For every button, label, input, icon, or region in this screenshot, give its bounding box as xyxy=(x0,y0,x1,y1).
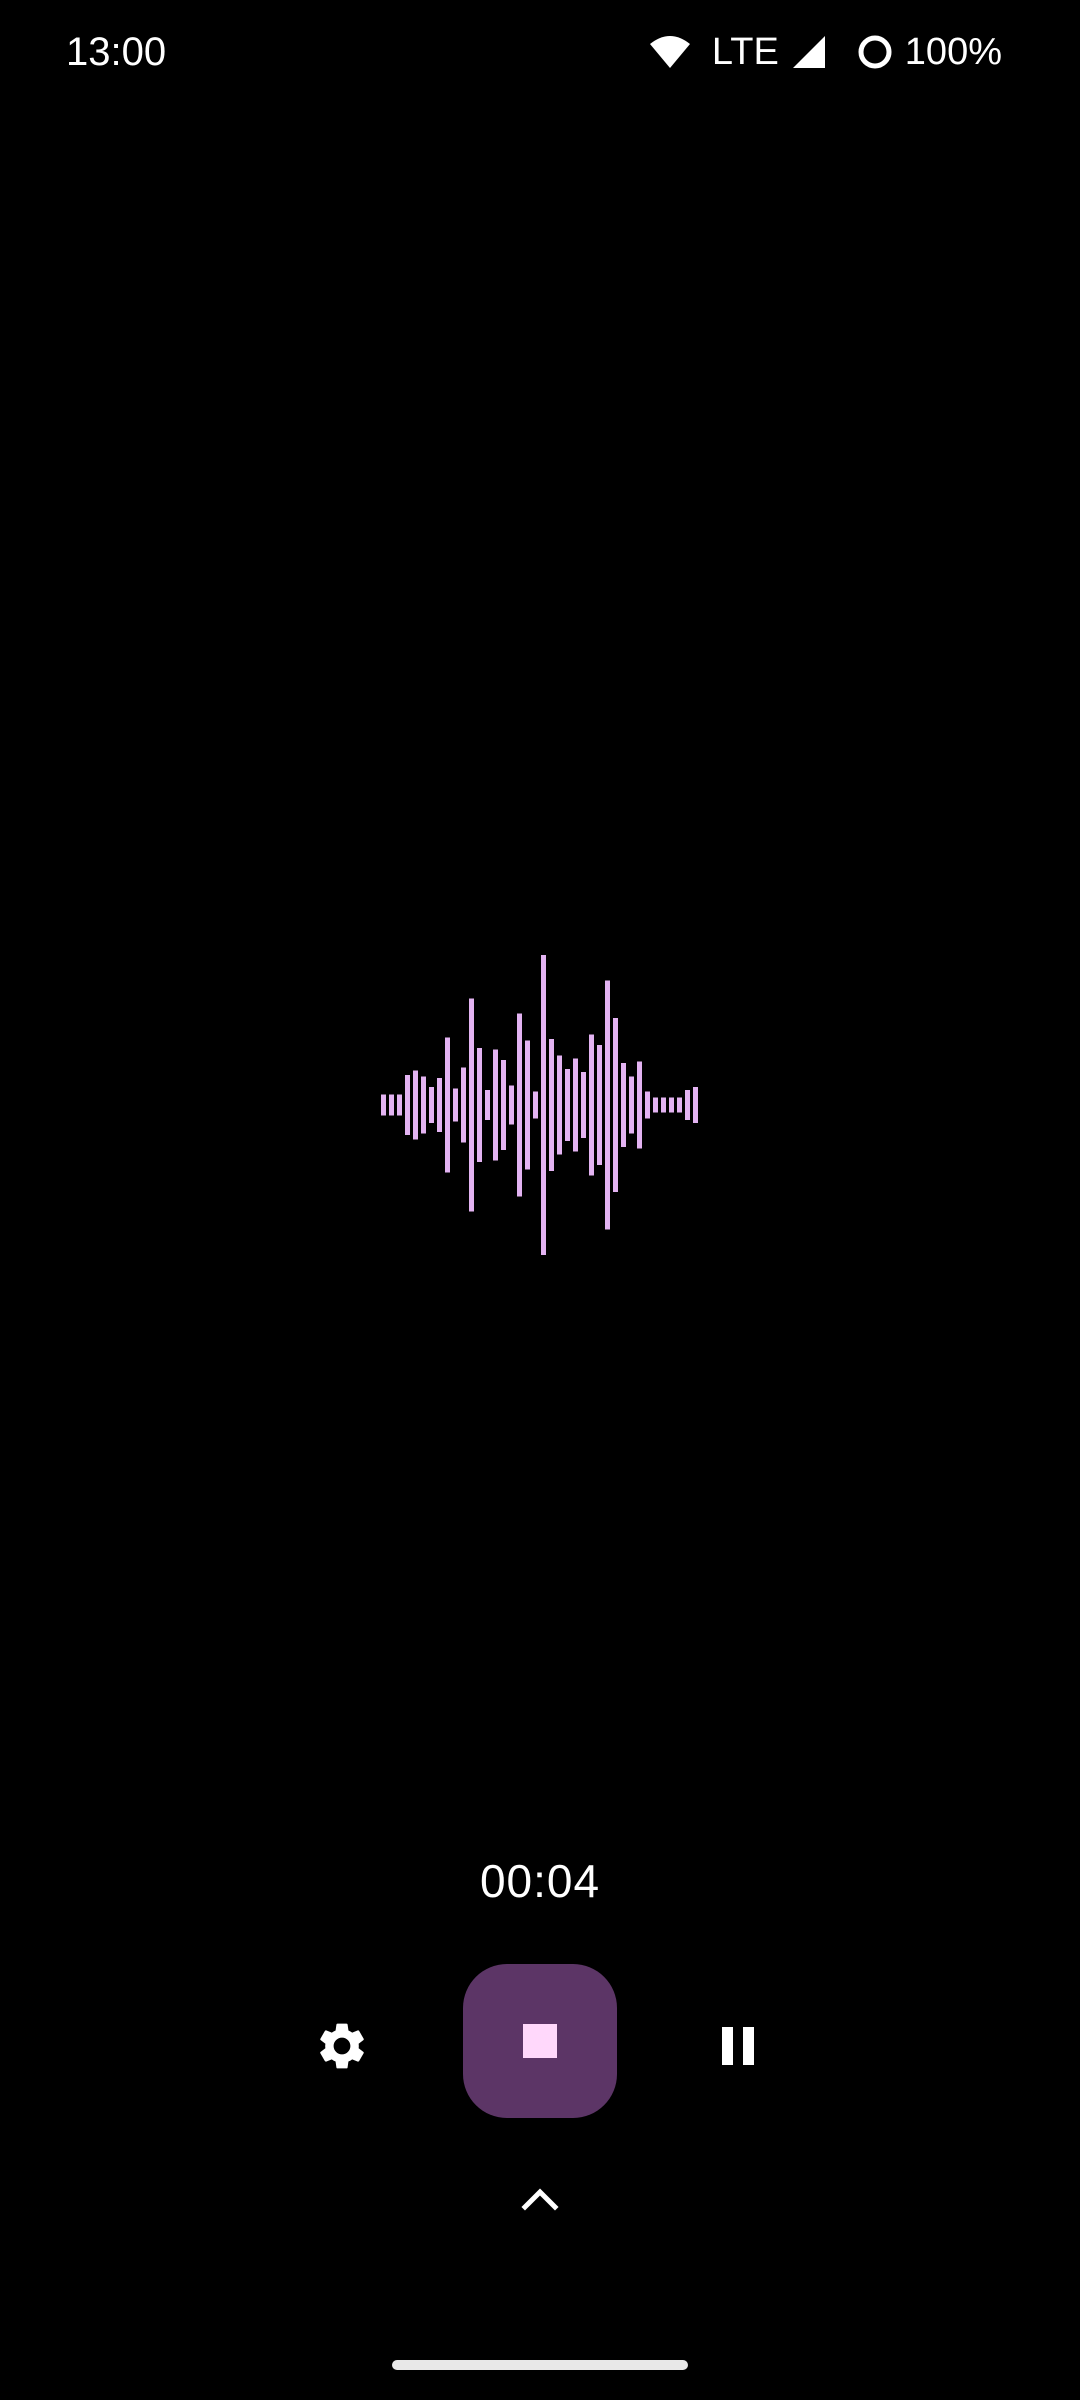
voice-recorder-screen: 13:00 LTE 100% 00:04 xyxy=(0,0,1080,2400)
waveform-bar xyxy=(549,1039,554,1171)
gear-icon xyxy=(314,2018,370,2074)
waveform-bar xyxy=(653,1097,658,1113)
waveform-bar xyxy=(381,1094,386,1116)
waveform-bar xyxy=(565,1069,570,1141)
waveform-bar xyxy=(685,1090,690,1120)
waveform-bar xyxy=(597,1045,602,1165)
wifi-icon xyxy=(648,34,692,70)
waveform-bar xyxy=(621,1063,626,1147)
waveform-bar xyxy=(509,1085,514,1125)
waveform-bar xyxy=(541,955,546,1255)
waveform-bar xyxy=(477,1048,482,1162)
waveform-bar xyxy=(397,1094,402,1116)
stop-icon xyxy=(523,2024,557,2058)
chevron-up-icon xyxy=(520,2185,560,2211)
waveform-bar xyxy=(421,1076,426,1134)
pause-button[interactable] xyxy=(692,2000,784,2092)
waveform-bar xyxy=(661,1097,666,1113)
waveform-bar xyxy=(613,1018,618,1192)
status-bar: 13:00 LTE 100% xyxy=(0,0,1080,104)
waveform-bar xyxy=(693,1087,698,1123)
waveform-bar xyxy=(605,980,610,1230)
network-type: LTE xyxy=(711,31,779,73)
waveform-bar xyxy=(469,998,474,1212)
waveform-bar xyxy=(445,1037,450,1173)
waveform-bar xyxy=(533,1091,538,1119)
waveform-bar xyxy=(461,1067,466,1143)
waveform-bar xyxy=(517,1013,522,1197)
waveform-bar xyxy=(581,1072,586,1138)
gesture-navigation-handle[interactable] xyxy=(392,2360,688,2370)
battery-percentage: 100% xyxy=(904,31,1002,73)
audio-waveform xyxy=(381,955,698,1255)
waveform-bar xyxy=(573,1058,578,1152)
settings-button[interactable] xyxy=(296,2000,388,2092)
battery-saver-ring-icon xyxy=(857,34,893,70)
waveform-bar xyxy=(405,1075,410,1135)
waveform-bar xyxy=(669,1097,674,1113)
waveform-bar xyxy=(413,1070,418,1140)
waveform-bar xyxy=(389,1094,394,1116)
waveform-bar xyxy=(629,1076,634,1134)
status-icons: LTE 100% xyxy=(648,24,1002,80)
waveform-bar xyxy=(437,1078,442,1132)
waveform-bar xyxy=(637,1061,642,1149)
waveform-bar xyxy=(589,1034,594,1176)
waveform-bar xyxy=(429,1087,434,1123)
waveform-bar xyxy=(677,1097,682,1113)
waveform-bar xyxy=(501,1060,506,1150)
waveform-bar xyxy=(493,1049,498,1161)
cell-signal-icon xyxy=(791,34,827,70)
stop-recording-button[interactable] xyxy=(463,1964,617,2118)
waveform-bar xyxy=(485,1090,490,1120)
status-time: 13:00 xyxy=(66,30,167,74)
waveform-bar xyxy=(453,1088,458,1122)
pause-icon xyxy=(718,2025,758,2067)
waveform-bar xyxy=(645,1091,650,1119)
waveform-bar xyxy=(525,1040,530,1170)
expand-button[interactable] xyxy=(500,2170,580,2226)
recording-timer: 00:04 xyxy=(479,1855,601,1907)
waveform-bar xyxy=(557,1055,562,1155)
